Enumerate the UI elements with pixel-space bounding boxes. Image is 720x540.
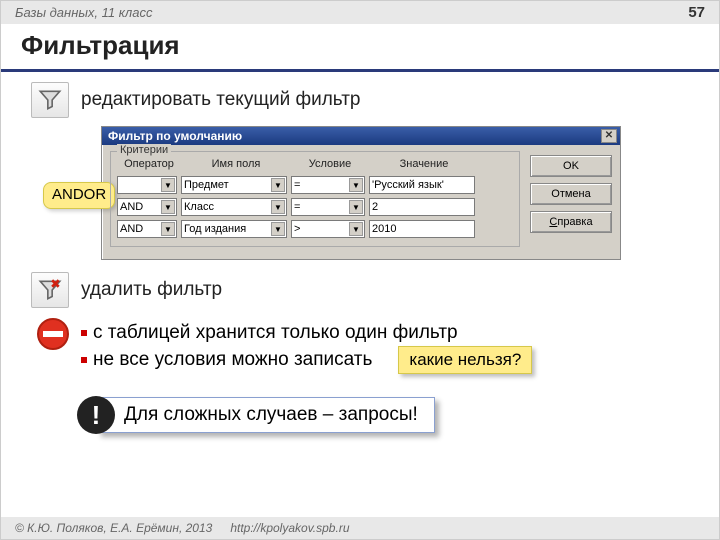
operator-combo[interactable]: AND▼ <box>117 220 177 238</box>
col-operator: Оператор <box>117 158 181 170</box>
chevron-down-icon: ▼ <box>349 222 363 236</box>
exclamation-icon: ! <box>77 396 115 434</box>
col-field: Имя поля <box>181 158 291 170</box>
chevron-down-icon: ▼ <box>349 200 363 214</box>
page-title: Фильтрация <box>1 24 719 72</box>
cancel-button[interactable]: Отмена <box>530 183 612 205</box>
dialog-titlebar: Фильтр по умолчанию ✕ <box>102 127 620 145</box>
chevron-down-icon: ▼ <box>161 222 175 236</box>
no-entry-icon <box>37 318 69 350</box>
bullet-item: не все условия можно записать какие нель… <box>81 346 532 374</box>
field-combo[interactable]: Класс▼ <box>181 198 287 216</box>
and-or-badge: ANDOR <box>43 182 115 209</box>
delete-filter-label: удалить фильтр <box>81 279 222 301</box>
question-badge: какие нельзя? <box>398 346 532 374</box>
filter-dialog: Фильтр по умолчанию ✕ Критерии Оператор … <box>101 126 621 260</box>
page-number: 57 <box>688 4 705 21</box>
dialog-title: Фильтр по умолчанию <box>108 129 242 143</box>
criteria-row: AND▼ Класс▼ =▼ 2 <box>117 198 513 216</box>
condition-combo[interactable]: =▼ <box>291 176 365 194</box>
col-condition: Условие <box>291 158 369 170</box>
field-combo[interactable]: Предмет▼ <box>181 176 287 194</box>
breadcrumb: Базы данных, 11 класс <box>15 5 152 20</box>
funnel-icon[interactable] <box>31 82 69 118</box>
chevron-down-icon: ▼ <box>271 200 285 214</box>
value-input[interactable]: 2 <box>369 198 475 216</box>
operator-combo[interactable]: ▼ <box>117 176 177 194</box>
criteria-row: ▼ Предмет▼ =▼ 'Русский язык' <box>117 176 513 194</box>
copyright: © К.Ю. Поляков, Е.А. Ерёмин, 2013 <box>15 521 212 535</box>
header: Базы данных, 11 класс 57 <box>1 1 719 24</box>
ok-button[interactable]: OK <box>530 155 612 177</box>
help-button[interactable]: Справка <box>530 211 612 233</box>
edit-filter-label: редактировать текущий фильтр <box>81 89 361 111</box>
value-input[interactable]: 'Русский язык' <box>369 176 475 194</box>
close-icon[interactable]: ✕ <box>601 129 617 143</box>
funnel-remove-icon[interactable] <box>31 272 69 308</box>
criteria-label: Критерии <box>117 144 171 156</box>
bullet-item: с таблицей хранится только один фильтр <box>81 322 532 344</box>
value-input[interactable]: 2010 <box>369 220 475 238</box>
chevron-down-icon: ▼ <box>271 178 285 192</box>
field-combo[interactable]: Год издания▼ <box>181 220 287 238</box>
chevron-down-icon: ▼ <box>161 178 175 192</box>
footer-url: http://kpolyakov.spb.ru <box>230 521 349 535</box>
footer: © К.Ю. Поляков, Е.А. Ерёмин, 2013 http:/… <box>1 517 719 539</box>
chevron-down-icon: ▼ <box>349 178 363 192</box>
criteria-row: AND▼ Год издания▼ >▼ 2010 <box>117 220 513 238</box>
condition-combo[interactable]: =▼ <box>291 198 365 216</box>
chevron-down-icon: ▼ <box>271 222 285 236</box>
chevron-down-icon: ▼ <box>161 200 175 214</box>
criteria-group: Критерии Оператор Имя поля Условие Значе… <box>110 151 520 247</box>
col-value: Значение <box>369 158 479 170</box>
condition-combo[interactable]: >▼ <box>291 220 365 238</box>
complex-note: Для сложных случаев – запросы! <box>97 397 435 433</box>
operator-combo[interactable]: AND▼ <box>117 198 177 216</box>
